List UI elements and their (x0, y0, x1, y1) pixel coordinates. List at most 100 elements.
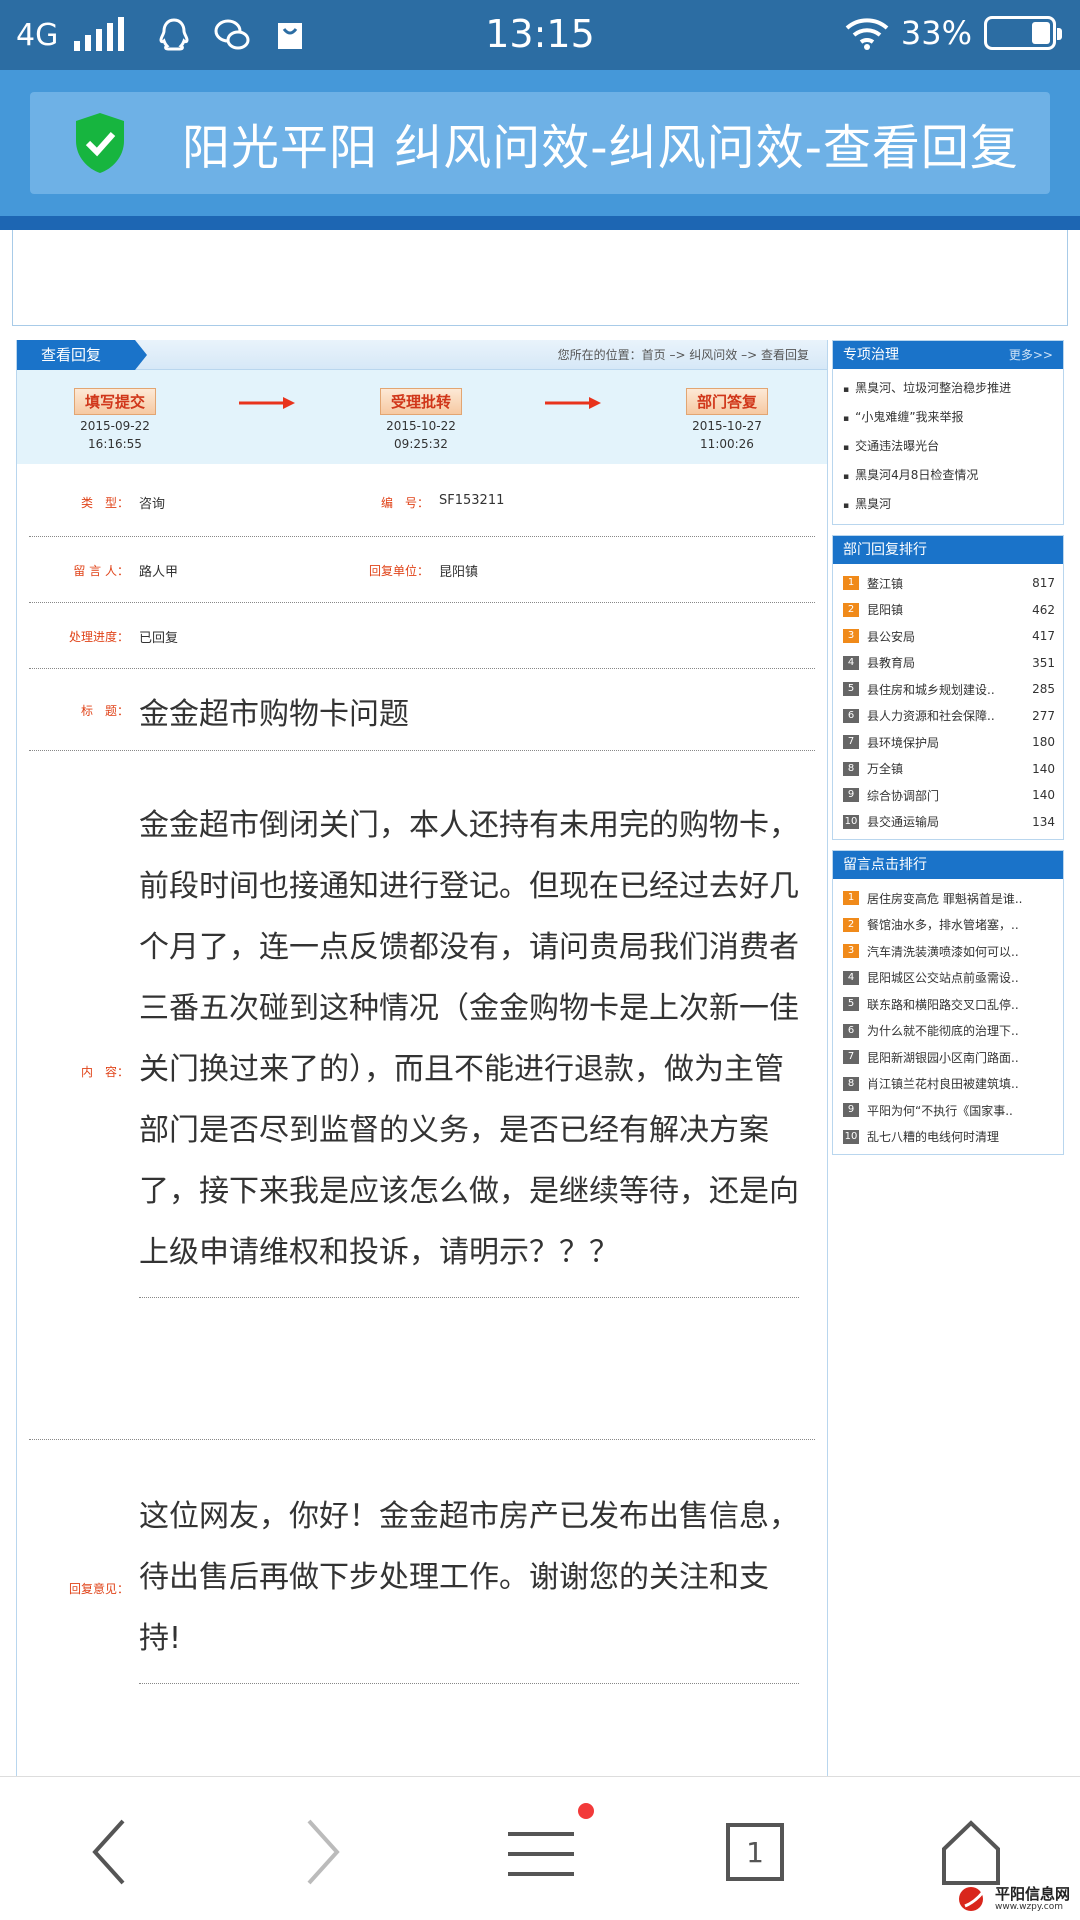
rank-number: 9 (843, 788, 859, 803)
rank-item[interactable]: 4 县教育局 351 (843, 650, 1055, 677)
rank-item[interactable]: 5 联东路和横阳路交叉口乱停.. (843, 991, 1055, 1018)
rank-item[interactable]: 10 县交通运输局 134 (843, 809, 1055, 836)
step-label: 填写提交 (73, 388, 156, 415)
rank-number: 7 (843, 735, 859, 750)
step-reply: 部门答复 2015-10-27 11:00:26 (667, 388, 787, 451)
page-title-box: 阳光平阳 纠风问效-纠风问效-查看回复 (30, 92, 1050, 194)
rank-item[interactable]: 1 鳌江镇 817 (843, 570, 1055, 597)
rank-item[interactable]: 3 汽车清洗装潢喷漆如何可以.. (843, 938, 1055, 965)
rank-count: 285 (1032, 682, 1055, 697)
rank-count: 134 (1032, 814, 1055, 829)
step-submit: 填写提交 2015-09-22 16:16:55 (55, 388, 175, 451)
watermark-name: 平阳信息网 (994, 1885, 1070, 1903)
menu-button[interactable] (496, 1803, 594, 1897)
watermark-url: www.wzpy.com (994, 1902, 1064, 1912)
number-value: SF153211 (439, 493, 505, 508)
rank-name: 肖江镇兰花村良田被建筑填.. (867, 1077, 1019, 1092)
rank-name: 餐馆油水多，排水管堵塞，.. (867, 918, 1019, 933)
rank-count: 277 (1032, 708, 1055, 723)
rank-name: 综合协调部门 (867, 788, 940, 803)
rank-item[interactable]: 6 县人力资源和社会保障.. 277 (843, 703, 1055, 730)
rank-number: 6 (843, 1023, 859, 1038)
progress-steps: 填写提交 2015-09-22 16:16:55 受理批转 2015-10-22… (17, 370, 827, 464)
rank-number: 2 (843, 917, 859, 932)
rank-name: 县公安局 (867, 629, 916, 644)
step-date: 2015-10-27 (692, 419, 762, 433)
rank-item[interactable]: 9 平阳为何“不执行《国家事.. (843, 1097, 1055, 1124)
rank-number: 3 (843, 944, 859, 959)
arrow-right-icon (545, 397, 601, 409)
rank-number: 9 (843, 1103, 859, 1118)
rank-item[interactable]: 8 万全镇 140 (843, 756, 1055, 783)
banner-area (12, 230, 1068, 326)
field-row-subject: 标 题： 金金超市购物卡问题 (29, 669, 815, 751)
rank-item[interactable]: 8 肖江镇兰花村良田被建筑填.. (843, 1071, 1055, 1098)
author-label: 留 言 人： (73, 564, 129, 578)
list-item[interactable]: 黑臭河、垃圾河整治稳步推进 (843, 375, 1053, 404)
rank-item[interactable]: 5 县住房和城乡规划建设.. 285 (843, 676, 1055, 703)
rank-item[interactable]: 2 昆阳镇 462 (843, 597, 1055, 624)
forward-button[interactable] (278, 1807, 368, 1897)
rank-name: 居住房变高危 罪魁祸首是谁.. (867, 891, 1023, 906)
rank-item[interactable]: 9 综合协调部门 140 (843, 782, 1055, 809)
rank-item[interactable]: 3 县公安局 417 (843, 623, 1055, 650)
rank-item[interactable]: 7 昆阳新湖银园小区南门路面.. (843, 1044, 1055, 1071)
rank-name: 为什么就不能彻底的治理下.. (867, 1024, 1019, 1039)
subject-label: 标 题： (80, 704, 129, 718)
rank-item[interactable]: 6 为什么就不能彻底的治理下.. (843, 1018, 1055, 1045)
site-logo-icon (958, 1887, 985, 1911)
rank-item[interactable]: 4 昆阳城区公交站点前亟需设.. (843, 965, 1055, 992)
rank-count: 180 (1032, 735, 1055, 750)
notification-dot (578, 1803, 594, 1819)
breadcrumb: 您所在的位置：首页 –> 纠风问效 –> 查看回复 (557, 348, 809, 362)
rank-number: 7 (843, 1050, 859, 1065)
detail-fields: 类 型： 咨询 编 号： SF153211 留 言 人： 路人甲 回复单位： 昆… (29, 464, 815, 1766)
rank-count: 351 (1032, 655, 1055, 670)
rank-number: 6 (843, 708, 859, 723)
field-row-content: 内 容： 金金超市倒闭关门，本人还持有未用完的购物卡，前段时间也接通知进行登记。… (29, 751, 815, 1440)
arrow-right-icon (239, 397, 295, 409)
page-title: 阳光平阳 纠风问效-纠风问效-查看回复 (182, 120, 1019, 176)
list-item[interactable]: 交通违法曝光台 (843, 433, 1053, 462)
status-bar: 4G 13:15 33% (0, 0, 1080, 70)
rank-count: 462 (1032, 602, 1055, 617)
tabs-button[interactable]: 1 (710, 1807, 800, 1897)
rank-number: 1 (843, 891, 859, 906)
list-item[interactable]: “小鬼难缠”我来举报 (843, 404, 1053, 433)
reply-text: 这位网友，你好！金金超市房产已发布出售信息，待出售后再做下步处理工作。谢谢您的关… (139, 1486, 799, 1684)
main-panel: 查看回复 您所在的位置：首页 –> 纠风问效 –> 查看回复 填写提交 2015… (16, 340, 828, 1780)
chevron-left-icon (92, 1819, 125, 1885)
unit-label: 回复单位： (368, 564, 429, 578)
content-text: 金金超市倒闭关门，本人还持有未用完的购物卡，前段时间也接通知进行登记。但现在已经… (139, 795, 799, 1298)
list-item[interactable]: 黑臭河 (843, 491, 1053, 520)
tab-view-reply[interactable]: 查看回复 (17, 340, 147, 370)
rank-name: 昆阳新湖银园小区南门路面.. (867, 1050, 1019, 1065)
rank-number: 10 (843, 1129, 859, 1144)
step-time: 09:25:32 (394, 437, 448, 451)
rank-name: 汽车清洗装潢喷漆如何可以.. (867, 944, 1019, 959)
rank-item[interactable]: 10 乱七八糟的电线何时清理 (843, 1124, 1055, 1151)
box-title: 留言点击排行 (843, 857, 927, 873)
home-icon (942, 1820, 1000, 1885)
rank-number: 8 (843, 761, 859, 776)
step-date: 2015-09-22 (80, 419, 150, 433)
step-date: 2015-10-22 (386, 419, 456, 433)
rank-number: 10 (843, 814, 859, 829)
dept-rank-list: 1 鳌江镇 817 2 昆阳镇 462 3 县公安局 417 4 县教育局 351 5 县住房和城乡规划建… (833, 564, 1063, 839)
field-row-progress: 处理进度： 已回复 (29, 603, 815, 669)
back-button[interactable] (64, 1807, 154, 1897)
step-label: 部门答复 (685, 388, 768, 415)
bottom-nav: 1 平阳信息网 www.wzpy.com (0, 1776, 1080, 1920)
field-row-type-number: 类 型： 咨询 编 号： SF153211 (29, 464, 815, 537)
rank-number: 3 (843, 629, 859, 644)
rank-item[interactable]: 7 县环境保护局 180 (843, 729, 1055, 756)
rank-name: 县住房和城乡规划建设.. (867, 682, 995, 697)
rank-number: 4 (843, 655, 859, 670)
rank-item[interactable]: 1 居住房变高危 罪魁祸首是谁.. (843, 885, 1055, 912)
rank-item[interactable]: 2 餐馆油水多，排水管堵塞，.. (843, 912, 1055, 939)
more-link[interactable]: 更多>> (1009, 341, 1053, 369)
step-time: 11:00:26 (700, 437, 754, 451)
content-label: 内 容： (80, 1065, 129, 1079)
list-item[interactable]: 黑臭河4月8日检查情况 (843, 462, 1053, 491)
rank-number: 5 (843, 682, 859, 697)
